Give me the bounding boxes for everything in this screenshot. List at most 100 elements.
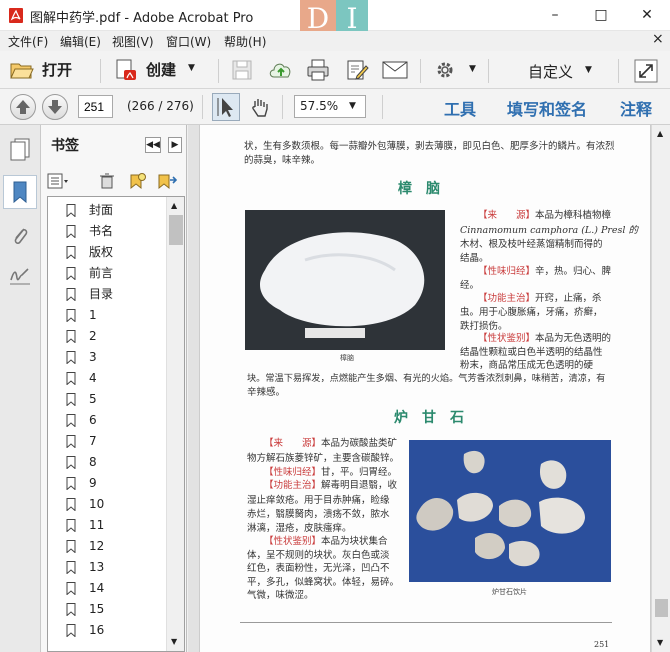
customize-dropdown[interactable]: 自定义 ▼ [520,57,600,83]
camphor-image-icon [245,210,445,350]
print-icon[interactable] [306,58,330,82]
close-button[interactable]: ✕ [624,0,670,31]
bookmark-label: 书名 [89,224,114,238]
bookmark-label: 11 [89,518,105,532]
arrow-up-icon [16,100,30,114]
calamine-photo [409,440,611,582]
customize-label: 自定义 [528,63,574,81]
bookmark-label: 版权 [89,245,114,259]
create-label: 创建 [146,61,177,79]
camphor-nature-text: 辛，热。归心、脾 [535,266,612,277]
toolbar-divider [202,95,203,119]
doc-scrollbar-thumb[interactable] [655,599,668,617]
new-bookmark-icon[interactable] [127,172,147,190]
calamine-nature-text: 甘，平。归胃经。 [321,467,398,478]
minimize-button[interactable]: – [532,0,578,31]
bookmark-label: 8 [89,455,97,469]
bookmarks-tab[interactable] [3,175,37,209]
maximize-button[interactable]: □ [578,0,624,31]
next-page-button[interactable] [42,94,68,120]
bookmark-icon [66,582,76,595]
menu-close-document-icon[interactable]: × [652,31,664,47]
email-icon[interactable] [382,60,408,80]
bookmark-icon [66,225,76,238]
menu-view[interactable]: 视图(V) [112,33,154,50]
menu-help[interactable]: 帮助(H) [224,33,266,50]
bookmark-icon [66,624,76,637]
signatures-icon[interactable] [8,265,32,287]
calamine-function-label: 【功能主治】 [264,480,322,491]
hand-tool-icon[interactable] [248,95,272,119]
bookmark-label: 12 [89,539,105,553]
doc-scroll-down-arrow-icon[interactable]: ▼ [657,638,663,647]
toolbar-divider [218,59,219,83]
save-icon[interactable] [231,59,253,81]
open-button[interactable]: 打开 [8,57,84,83]
bookmark-icon [66,519,76,532]
page-text: 状，生有多数须根。每一蒜瓣外包薄膜，剥去薄膜，即见白色、肥厚多汁的鳞片。有浓烈 [244,141,615,152]
settings-gear-icon[interactable] [435,60,455,80]
open-label: 打开 [42,61,73,79]
tab-fill-and-sign[interactable]: 填写和签名 [507,96,587,120]
page-text: 经。 [460,280,480,291]
bookmark-icon [66,204,76,217]
tab-tools[interactable]: 工具 [444,96,476,120]
edit-pdf-icon[interactable] [345,58,369,82]
tab-comment[interactable]: 注释 [620,96,652,120]
scroll-down-arrow-icon[interactable]: ▼ [171,637,177,646]
fullscreen-icon[interactable] [634,59,658,83]
calamine-caption: 炉甘石饮片 [492,588,527,596]
navigation-toolbar: (266 / 276) 57.5% ▼ 工具 填写和签名 注释 [0,89,670,125]
bookmark-label: 1 [89,308,97,322]
settings-dropdown-icon[interactable]: ▼ [469,64,476,74]
arrow-down-icon [48,100,62,114]
section-heading-calamine: 炉甘石 [394,410,478,426]
toolbar-divider [618,59,619,83]
page-number-input[interactable] [78,95,113,118]
bookmark-label: 5 [89,392,97,406]
bookmark-label: 4 [89,371,97,385]
main-toolbar: 打开 创建 ▼ ▼ 自定义 ▼ [0,51,670,89]
scroll-up-arrow-icon[interactable]: ▲ [171,201,177,210]
document-scrollbar[interactable]: ▲ ▼ [651,125,670,652]
bookmark-icon [66,456,76,469]
page-thumbnails-icon[interactable] [9,137,31,161]
create-dropdown-icon: ▼ [188,63,195,73]
bookmark-label: 15 [89,602,105,616]
calamine-source-label: 【来 源】 [264,438,322,449]
bookmark-label: 13 [89,560,105,574]
bookmark-icon [66,498,76,511]
zoom-value: 57.5% [300,99,339,113]
bookmark-icon [66,309,76,322]
menu-file[interactable]: 文件(F) [8,33,48,50]
expand-bookmark-icon[interactable] [155,172,177,190]
create-button[interactable]: 创建 ▼ [112,57,198,83]
menu-bar: 文件(F) 编辑(E) 视图(V) 窗口(W) 帮助(H) × [0,31,670,51]
bookmarks-scrollbar[interactable]: ▲ ▼ [166,197,184,651]
bookmark-label: 9 [89,476,97,490]
calamine-image-icon [409,440,611,582]
delete-bookmark-icon[interactable] [98,172,116,190]
zoom-select[interactable]: 57.5% ▼ [294,95,366,118]
bookmark-ribbon-icon [13,181,27,204]
bookmark-options-icon[interactable] [47,173,69,189]
page-number: 251 [594,640,610,649]
folder-icon [10,63,34,79]
doc-scroll-up-arrow-icon[interactable]: ▲ [657,129,663,138]
window-title: 图解中药学.pdf - Adobe Acrobat Pro [30,11,254,26]
panel-expand-button[interactable]: ▶ [168,137,182,153]
bookmark-label: 7 [89,434,97,448]
menu-edit[interactable]: 编辑(E) [60,33,101,50]
scrollbar-thumb[interactable] [169,215,183,245]
cloud-upload-icon[interactable] [268,58,294,82]
page-text: 红色，表面粉性，无光泽，凹凸不 [247,563,390,574]
attachment-paperclip-icon[interactable] [10,223,30,249]
page-count-label: (266 / 276) [127,99,194,113]
previous-page-button[interactable] [10,94,36,120]
select-tool-button[interactable] [212,93,240,121]
bookmark-label: 16 [89,623,105,637]
camphor-source-text: 本品为樟科植物樟 [535,210,612,221]
menu-window[interactable]: 窗口(W) [166,33,211,50]
page-text: 木材、根及枝叶经蒸馏精制而得的 [460,239,603,250]
collapse-panel-button[interactable]: ◀◀ [145,137,161,153]
